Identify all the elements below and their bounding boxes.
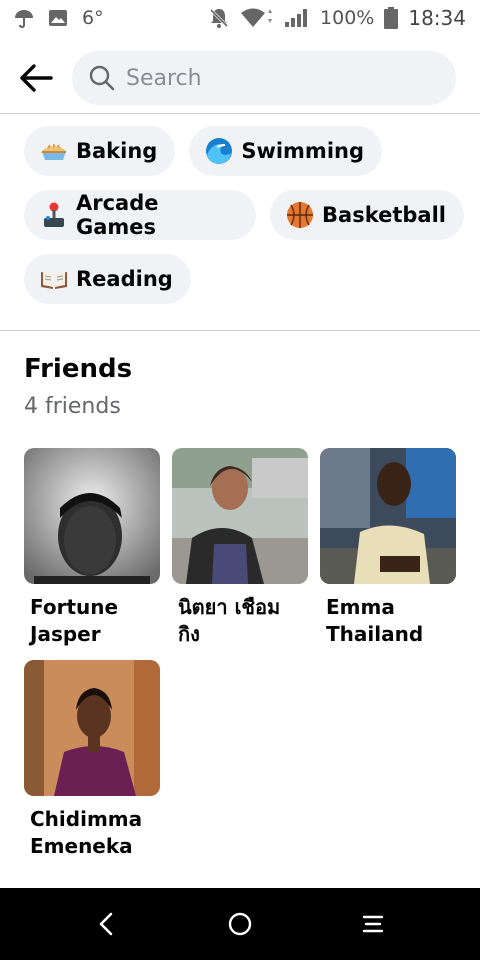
friend-card[interactable]: Chidimma Emeneka [24,660,160,860]
search-bar[interactable] [72,51,456,105]
friend-first-name: Emma [326,595,395,619]
umbrella-icon [14,8,34,28]
friend-name: Emma Thailand [320,594,456,648]
interest-label: Swimming [241,139,364,163]
signal-icon [284,7,310,29]
gallery-icon [48,8,68,28]
header-divider [0,113,480,114]
interest-chip-reading[interactable]: Reading [24,254,191,304]
interest-label: Reading [76,267,173,291]
friend-photo [24,660,160,796]
friend-last-name: Jasper [30,622,101,646]
friend-last-name: Thailand [326,622,424,646]
friends-section: Friends 4 friends Fortune Jasper นิตยา เ… [24,354,464,858]
interest-label: Baking [76,139,158,163]
recents-icon [363,915,384,933]
friend-first-name: Fortune [30,595,119,619]
system-nav-bar [0,888,480,960]
section-divider [0,330,480,331]
clock: 18:34 [408,6,466,30]
wave-emoji-icon [205,137,233,165]
friend-name: Fortune Jasper [24,594,160,648]
home-icon [228,912,252,936]
friend-first-name: นิตยา เชือม [178,595,281,619]
search-icon [89,65,115,91]
wifi-icon [240,7,274,29]
interest-chip-baking[interactable]: Baking [24,126,176,176]
friend-name: นิตยา เชือม กิง [172,594,308,648]
friend-card[interactable]: Fortune Jasper [24,448,160,648]
interest-label: Basketball [322,203,446,227]
friends-count: 4 friends [24,394,121,419]
interest-chip-swimming[interactable]: Swimming [189,126,382,176]
search-input[interactable] [126,65,426,91]
battery-icon [384,7,399,29]
arrow-left-icon [20,64,53,92]
temperature: 6° [82,7,104,29]
nav-recents-button[interactable] [343,894,403,954]
battery-level: 100% [320,7,375,29]
nav-back-button[interactable] [77,894,137,954]
open-book-emoji-icon [40,265,68,293]
notifications-off-icon [208,7,230,29]
friend-name: Chidimma Emeneka [24,806,160,860]
basketball-emoji-icon [286,201,314,229]
nav-home-button[interactable] [210,894,270,954]
friend-card[interactable]: นิตยา เชือม กิง [172,448,308,648]
interests-section: Baking Swimming Arcade Games Basketball [24,126,464,318]
friend-last-name: กิง [178,622,200,646]
header [0,44,480,112]
pie-emoji-icon [40,137,68,165]
joystick-emoji-icon [40,201,68,229]
friends-title: Friends [24,354,133,384]
interest-chip-basketball[interactable]: Basketball [270,190,464,240]
back-icon [99,912,112,936]
friend-photo [320,448,456,584]
interest-label: Arcade Games [76,191,159,239]
friend-card[interactable]: Emma Thailand [320,448,456,648]
friend-photo [24,448,160,584]
friend-last-name: Emeneka [30,834,133,858]
status-bar: 6° 100% 18:34 [0,0,480,36]
back-button[interactable] [16,58,56,98]
interest-chip-arcade-games[interactable]: Arcade Games [24,190,257,240]
friend-first-name: Chidimma [30,807,143,831]
friend-photo [172,448,308,584]
